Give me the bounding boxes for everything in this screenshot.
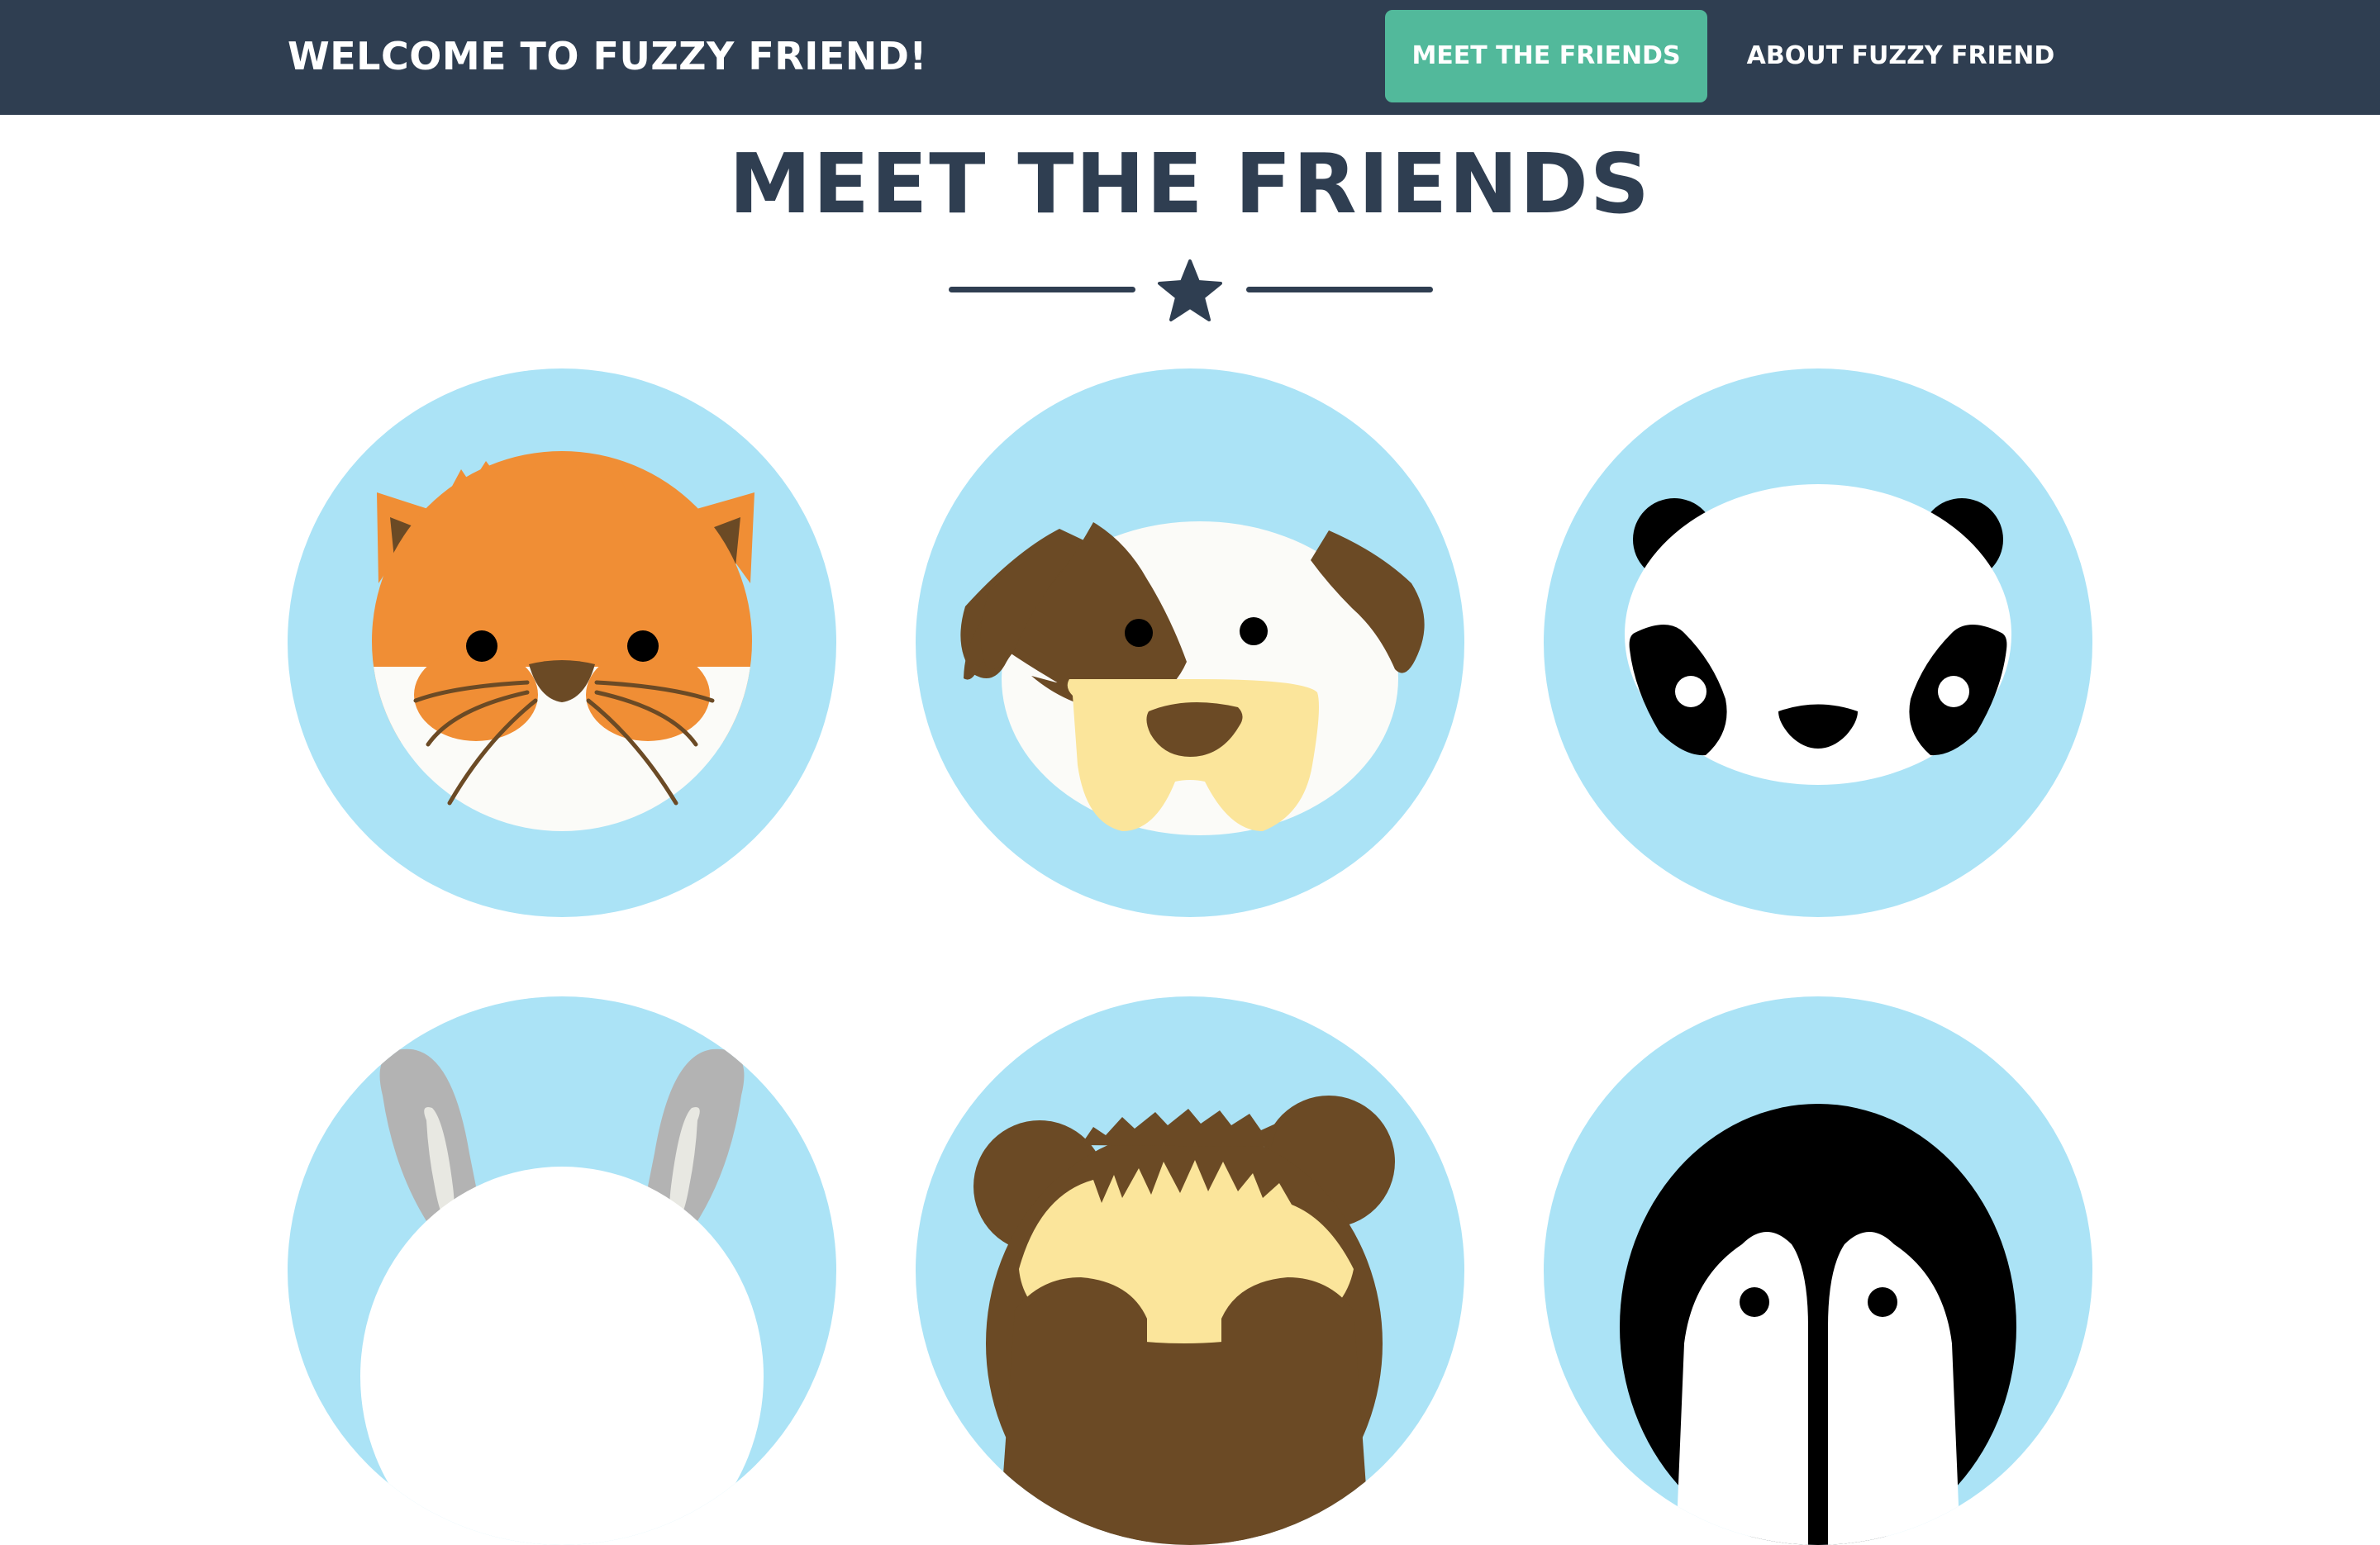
- bear-icon: [973, 1096, 1395, 1545]
- nav-link-meet-the-friends[interactable]: MEET THE FRIENDS: [1385, 10, 1707, 102]
- friend-card-panda[interactable]: [1544, 368, 2092, 917]
- divider-line-right: [1246, 287, 1433, 292]
- top-navbar: WELCOME TO FUZZY FRIEND! MEET THE FRIEND…: [0, 0, 2380, 115]
- star-icon: [1158, 259, 1222, 321]
- friend-card-bunny[interactable]: [288, 996, 836, 1545]
- bunny-icon: [360, 1048, 764, 1545]
- page-title: MEET THE FRIENDS: [729, 135, 1651, 232]
- friend-card-bear[interactable]: [916, 996, 1464, 1545]
- divider-line-left: [949, 287, 1135, 292]
- friend-card-cat[interactable]: [288, 368, 836, 917]
- friend-card-penguin[interactable]: [1544, 996, 2092, 1545]
- cat-icon: [372, 451, 754, 831]
- title-divider: [945, 256, 1433, 322]
- friend-card-dog[interactable]: [916, 368, 1464, 917]
- nav-link-about-fuzzy-friend[interactable]: ABOUT FUZZY FRIEND: [1727, 10, 2074, 102]
- brand-link[interactable]: WELCOME TO FUZZY FRIEND!: [288, 28, 927, 84]
- panda-icon: [1625, 484, 2011, 785]
- penguin-icon: [1620, 1104, 2016, 1545]
- dog-icon: [960, 521, 1425, 835]
